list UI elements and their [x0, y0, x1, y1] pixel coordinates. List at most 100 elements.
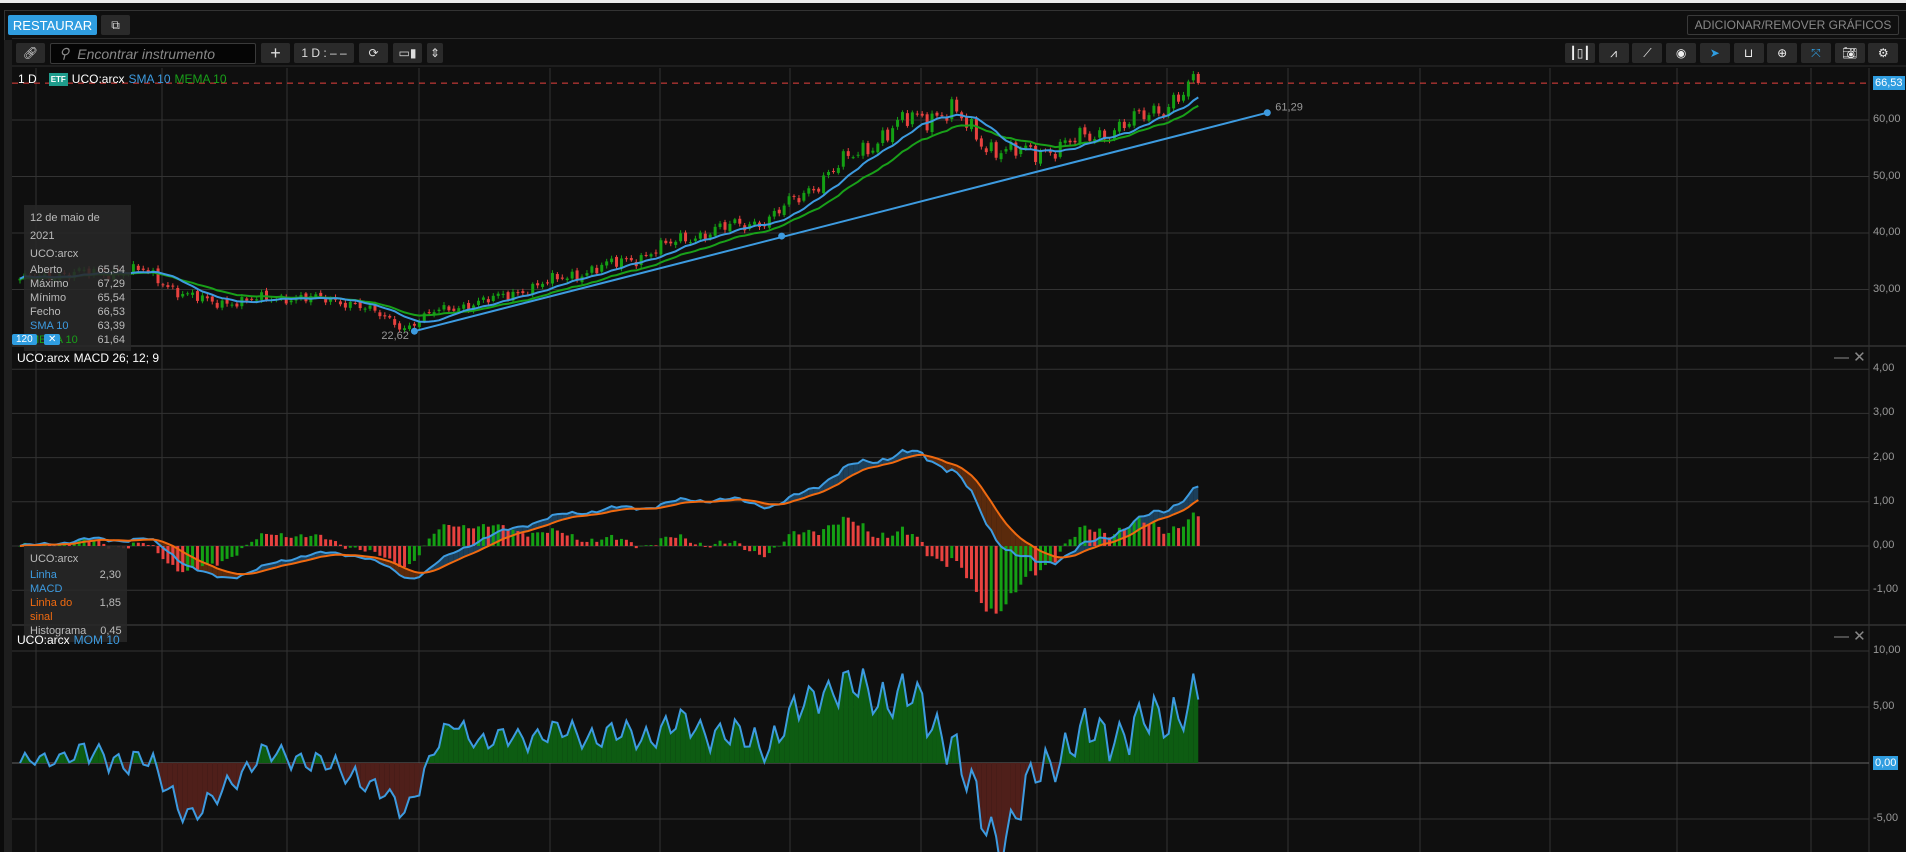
histogram-bar [684, 538, 688, 546]
candle-body [1181, 94, 1185, 101]
candle [570, 268, 574, 282]
histogram-bar [772, 546, 776, 548]
candle-body [541, 283, 545, 287]
histogram-bar [679, 534, 683, 546]
histogram-bar [920, 541, 924, 546]
candle [156, 265, 160, 287]
candle [891, 125, 895, 145]
candle-body [550, 273, 554, 284]
close-icon[interactable]: ✕ [1853, 628, 1866, 645]
macd-title[interactable]: MACD 26; 12; 9 [74, 351, 159, 365]
close-icon[interactable]: ✕ [1853, 349, 1866, 366]
candle [930, 110, 934, 136]
candle-body [200, 295, 204, 302]
candle [363, 307, 367, 313]
histogram-bar [363, 546, 367, 552]
histogram-bar [1088, 529, 1092, 546]
candle [817, 187, 821, 194]
histogram-bar [600, 539, 604, 546]
candle [230, 302, 234, 308]
candle [851, 155, 855, 160]
symbol-label[interactable]: UCO:arcx [72, 72, 125, 86]
histogram-bar [378, 546, 382, 556]
histogram-bar [334, 541, 338, 546]
candle-body [560, 277, 564, 279]
histogram-bar [1019, 546, 1023, 585]
candle-body [506, 292, 510, 300]
macd-axis-label: 4,00 [1873, 362, 1895, 375]
histogram-bar [324, 539, 328, 546]
mema-legend[interactable]: MEMA 10 [175, 72, 227, 86]
candle-body [989, 142, 993, 152]
candle-body [171, 285, 175, 287]
mom-minimize-close[interactable]: — ✕ [1834, 627, 1866, 645]
candle [590, 264, 594, 276]
histogram-bar [896, 531, 900, 546]
candle-body [343, 302, 347, 308]
chart-canvas[interactable]: 22,62 61,29 [0, 0, 1906, 852]
candle [945, 114, 949, 124]
candle-body [723, 222, 727, 230]
candle [915, 110, 919, 117]
candle [881, 127, 885, 146]
candle-body [1117, 121, 1121, 132]
minimize-icon[interactable]: — [1834, 628, 1849, 645]
candle-body [570, 271, 574, 279]
candle [841, 149, 845, 170]
candle-body [1127, 123, 1131, 127]
candle [1181, 91, 1185, 103]
histogram-bar [1093, 531, 1097, 546]
histogram-bar [950, 546, 954, 559]
etf-badge: ETF [48, 72, 68, 86]
candle [215, 299, 219, 310]
candle-body [1172, 94, 1176, 109]
candle [733, 217, 737, 225]
tooltip-value: 63,39 [97, 320, 125, 332]
tooltip-value: 67,29 [97, 278, 125, 290]
trendline [414, 111, 1268, 333]
candle-body [886, 129, 890, 141]
interval-label: 1 D [18, 72, 37, 86]
candle [560, 274, 564, 281]
candle [1196, 72, 1200, 85]
candle-body [600, 264, 604, 272]
histogram-bar [639, 545, 643, 547]
histogram-bar [220, 546, 224, 562]
candle-body [831, 170, 835, 172]
histogram-bar [1147, 524, 1151, 546]
minimize-icon[interactable]: — [1834, 349, 1849, 366]
histogram-bar [195, 546, 199, 570]
candle-body [664, 240, 668, 244]
reset-zoom-button[interactable]: ✕ [44, 334, 61, 345]
histogram-bar [151, 545, 155, 546]
histogram-bar [748, 546, 752, 552]
histogram-bar [358, 546, 362, 551]
candle [388, 314, 392, 320]
histogram-bar [960, 546, 964, 568]
candle [807, 185, 811, 197]
mom-fill [207, 763, 213, 796]
histogram-bar [856, 525, 860, 546]
candle [767, 214, 771, 230]
histogram-bar [698, 542, 702, 546]
histogram-bar [269, 534, 273, 546]
macd-axis-label: 3,00 [1873, 406, 1895, 419]
histogram-bar [1058, 546, 1062, 552]
tooltip-key: Máximo [30, 278, 69, 290]
macd-minimize-close[interactable]: — ✕ [1834, 348, 1866, 366]
mom-title[interactable]: MOM 10 [74, 633, 120, 647]
sma-legend[interactable]: SMA 10 [128, 72, 170, 86]
histogram-bar [126, 546, 130, 549]
candle-body [861, 142, 865, 156]
histogram-bar [1137, 517, 1141, 546]
candle-body [230, 304, 234, 306]
zoom-level-tag[interactable]: 120 [12, 334, 37, 345]
candle [738, 215, 742, 227]
candle-body [452, 308, 456, 311]
histogram-bar [319, 534, 323, 546]
histogram-bar [619, 538, 623, 546]
histogram-bar [861, 523, 865, 546]
histogram-bar [501, 525, 505, 546]
candle [684, 230, 688, 244]
candle [664, 238, 668, 245]
